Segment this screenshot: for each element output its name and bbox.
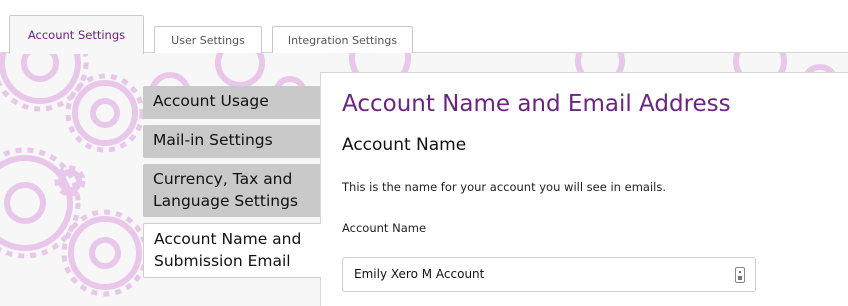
account-name-label: Account Name — [342, 221, 427, 235]
tab-user-settings[interactable]: User Settings — [154, 26, 262, 53]
content-panel: Account Name and Email Address Account N… — [320, 72, 848, 306]
menu-item-mail-in-settings[interactable]: Mail-in Settings — [143, 125, 321, 158]
tab-integration-settings[interactable]: Integration Settings — [272, 26, 413, 53]
tab-bar: Account Settings User Settings Integrati… — [0, 0, 848, 54]
account-name-value: Emily Xero M Account — [354, 267, 485, 281]
menu-item-account-name-submission-email[interactable]: Account Name and Submission Email — [143, 223, 321, 278]
section-description: This is the name for your account you wi… — [342, 180, 666, 194]
tab-account-settings[interactable]: Account Settings — [9, 15, 144, 54]
section-title: Account Name — [342, 135, 467, 155]
account-name-input[interactable]: Emily Xero M Account — [342, 257, 756, 292]
menu-item-currency-tax-language[interactable]: Currency, Tax and Language Settings — [143, 164, 321, 217]
menu-item-account-usage[interactable]: Account Usage — [143, 86, 321, 119]
settings-area: Account Usage Mail-in Settings Currency,… — [0, 53, 848, 306]
panel-title: Account Name and Email Address — [342, 91, 731, 117]
contact-card-icon — [735, 267, 745, 283]
